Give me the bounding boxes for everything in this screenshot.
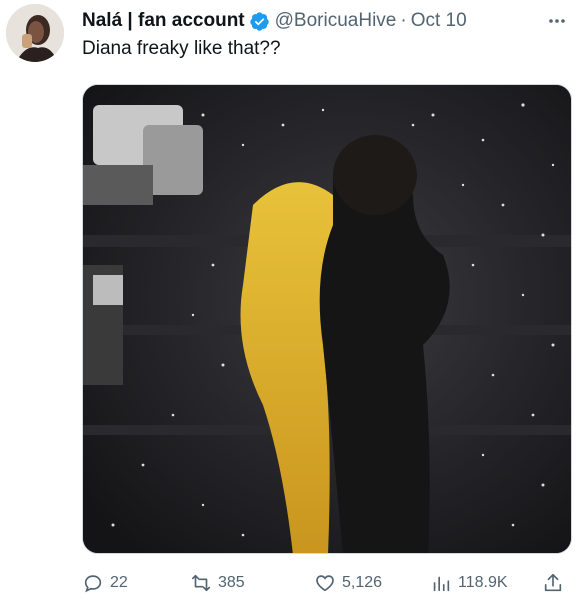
tweet-media-photo[interactable]	[82, 84, 572, 554]
tweet-header: Nalá | fan account @BoricuaHive · Oct 10	[82, 8, 572, 34]
views-button[interactable]: 118.9K	[430, 568, 508, 598]
author-display-name[interactable]: Nalá | fan account	[82, 10, 245, 32]
like-count: 5,126	[342, 574, 383, 591]
avatar[interactable]	[6, 4, 64, 62]
like-button[interactable]: 5,126	[314, 568, 382, 598]
separator-dot: ·	[400, 10, 407, 31]
retweet-button[interactable]: 385	[190, 568, 245, 598]
views-count: 118.9K	[458, 574, 508, 591]
author-handle[interactable]: @BoricuaHive	[275, 10, 397, 32]
reply-button[interactable]: 22	[82, 568, 128, 598]
post-date[interactable]: Oct 10	[411, 10, 467, 32]
views-chart-icon	[433, 576, 450, 592]
tweet-actions-bar: 22 385 5,126 118.9K	[82, 568, 572, 598]
tweet-text: Diana freaky like that??	[82, 38, 281, 59]
retweet-count: 385	[218, 574, 245, 591]
retweet-icon	[191, 574, 211, 592]
reply-icon	[84, 575, 102, 593]
share-button[interactable]	[542, 568, 570, 598]
share-icon	[544, 573, 562, 592]
heart-icon	[316, 575, 334, 592]
reply-count: 22	[110, 574, 128, 591]
more-options-icon[interactable]	[544, 8, 570, 34]
tweet-card[interactable]: Nalá | fan account @BoricuaHive · Oct 10…	[0, 0, 582, 604]
verified-badge-icon	[249, 11, 270, 32]
